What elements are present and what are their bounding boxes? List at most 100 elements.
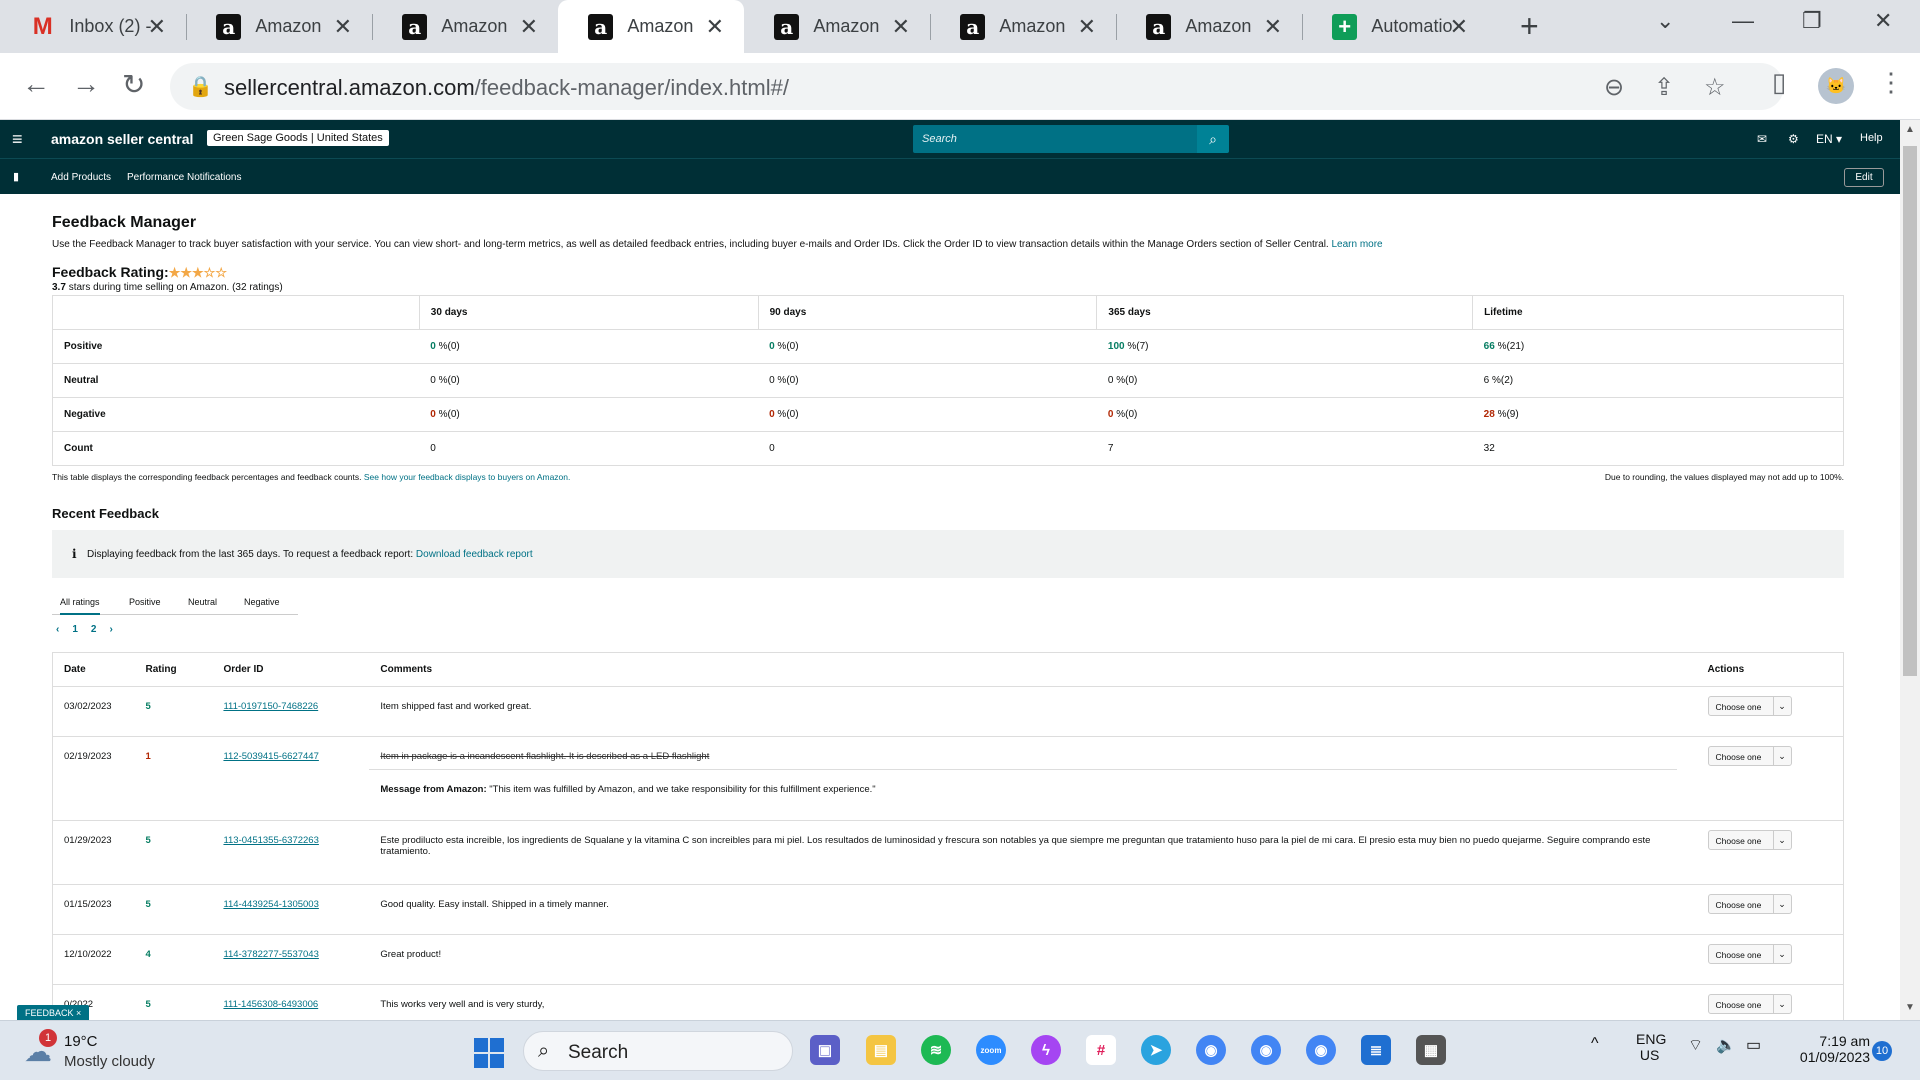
order-id-link[interactable]: 114-4439254-1305003: [223, 899, 318, 910]
scroll-up-icon[interactable]: ▲: [1905, 124, 1915, 135]
browser-tab[interactable]: a Amazon ✕: [186, 0, 372, 53]
seller-central-logo[interactable]: amazon seller central: [51, 131, 193, 147]
battery-icon[interactable]: ▭: [1746, 1035, 1761, 1055]
forward-icon[interactable]: →: [72, 68, 100, 100]
taskbar-search[interactable]: ⌕ Search: [523, 1031, 793, 1071]
notification-count[interactable]: 10: [1872, 1041, 1892, 1061]
new-tab-button[interactable]: +: [1520, 8, 1539, 45]
spotify-icon[interactable]: ≋: [921, 1035, 951, 1065]
close-window-button[interactable]: ✕: [1874, 8, 1892, 34]
download-report-link[interactable]: Download feedback report: [416, 549, 533, 560]
chrome-icon[interactable]: ◉: [1196, 1035, 1226, 1065]
slack-icon[interactable]: #: [1086, 1035, 1116, 1065]
browser-tab[interactable]: a Amazon ✕: [1116, 0, 1302, 53]
close-tab-icon[interactable]: ✕: [706, 14, 724, 40]
close-tab-icon[interactable]: ✕: [148, 14, 166, 40]
hamburger-menu-icon[interactable]: ≡: [12, 129, 23, 150]
gear-icon[interactable]: ⚙: [1788, 132, 1799, 146]
order-id-link[interactable]: 112-5039415-6627447: [223, 751, 318, 762]
tab-all-ratings[interactable]: All ratings: [60, 597, 100, 615]
close-tab-icon[interactable]: ✕: [1078, 14, 1096, 40]
order-id-link[interactable]: 111-0197150-7468226: [223, 701, 318, 712]
browser-tab[interactable]: M Inbox (2) - ✕: [0, 0, 186, 53]
pagination: ‹ 1 2 ›: [56, 624, 126, 635]
mail-icon[interactable]: ✉: [1757, 132, 1767, 146]
page-1[interactable]: 1: [72, 624, 78, 635]
profile-avatar[interactable]: 🐱: [1818, 68, 1854, 104]
minimize-button[interactable]: —: [1732, 8, 1754, 34]
file-explorer-icon[interactable]: ▤: [866, 1035, 896, 1065]
chevron-up-icon[interactable]: ^: [1591, 1035, 1599, 1053]
teams-icon[interactable]: ▣: [810, 1035, 840, 1065]
edit-nav-button[interactable]: Edit: [1844, 168, 1884, 187]
reload-icon[interactable]: ↻: [122, 68, 145, 101]
weather-desc[interactable]: Mostly cloudy: [64, 1053, 155, 1070]
nav-performance-notifications[interactable]: Performance Notifications: [127, 172, 242, 183]
telegram-icon[interactable]: ➤: [1141, 1035, 1171, 1065]
browser-tab[interactable]: a Amazon ✕: [558, 0, 744, 53]
search-icon[interactable]: ⌕: [1197, 125, 1229, 153]
language-selector[interactable]: EN ▾: [1816, 132, 1842, 146]
tab-negative[interactable]: Negative: [244, 597, 280, 607]
share-icon[interactable]: ⇪: [1654, 73, 1674, 102]
close-tab-icon[interactable]: ✕: [892, 14, 910, 40]
notepad-icon[interactable]: ≣: [1361, 1035, 1391, 1065]
browser-tab[interactable]: a Amazon ✕: [744, 0, 930, 53]
windows-start-icon[interactable]: [474, 1038, 504, 1068]
menu-kebab-icon[interactable]: ⋮: [1878, 67, 1904, 98]
order-id-link[interactable]: 114-3782277-5537043: [223, 949, 318, 960]
table-row: 12/10/2022 4 114-3782277-5537043 Great prod…: [52, 934, 1844, 985]
volume-icon[interactable]: 🔈: [1716, 1035, 1736, 1055]
feedback-display-link[interactable]: See how your feedback displays to buyers…: [364, 472, 570, 482]
chrome-active-icon[interactable]: ◉: [1306, 1035, 1336, 1065]
order-id-cell: 114-3782277-5537043: [212, 934, 370, 985]
choose-one-dropdown[interactable]: Choose one ⌄: [1707, 994, 1792, 1014]
store-selector[interactable]: Green Sage Goods | United States: [207, 130, 389, 146]
browser-tab[interactable]: a Amazon ✕: [930, 0, 1116, 53]
close-tab-icon[interactable]: ✕: [334, 14, 352, 40]
weather-temp[interactable]: 19°C: [64, 1033, 98, 1050]
back-icon[interactable]: ←: [22, 68, 50, 100]
next-page-icon[interactable]: ›: [109, 624, 112, 635]
close-tab-icon[interactable]: ✕: [520, 14, 538, 40]
side-panel-icon[interactable]: ▯: [1772, 67, 1786, 98]
feedback-tag-button[interactable]: FEEDBACK ×: [17, 1005, 89, 1021]
choose-one-dropdown[interactable]: Choose one ⌄: [1707, 944, 1792, 964]
nav-add-products[interactable]: Add Products: [51, 172, 111, 183]
browser-tab[interactable]: + Automatio ✕: [1302, 0, 1488, 53]
scroll-thumb[interactable]: [1903, 146, 1917, 676]
tab-search-icon[interactable]: ⌄: [1656, 8, 1674, 34]
zoom-icon[interactable]: ⊖: [1604, 73, 1624, 102]
tab-neutral[interactable]: Neutral: [188, 597, 217, 607]
choose-one-dropdown[interactable]: Choose one ⌄: [1707, 746, 1792, 766]
prev-page-icon[interactable]: ‹: [56, 624, 59, 635]
feedback-header-row: Date Rating Order ID Comments Actions: [52, 652, 1844, 687]
page-scrollbar[interactable]: ▲ ▼: [1900, 120, 1920, 1020]
close-tab-icon[interactable]: ✕: [1450, 14, 1468, 40]
scroll-down-icon[interactable]: ▼: [1905, 1002, 1915, 1013]
order-id-link[interactable]: 113-0451355-6372263: [223, 835, 318, 846]
close-tab-icon[interactable]: ✕: [1264, 14, 1282, 40]
choose-one-dropdown[interactable]: Choose one ⌄: [1707, 894, 1792, 914]
input-language[interactable]: ENG US: [1636, 1031, 1666, 1063]
calculator-icon[interactable]: ▦: [1416, 1035, 1446, 1065]
page-2[interactable]: 2: [91, 624, 97, 635]
chrome-profile-icon[interactable]: ◉: [1251, 1035, 1281, 1065]
zoom-icon[interactable]: zoom: [976, 1035, 1006, 1065]
seller-search-input[interactable]: Search: [913, 125, 1198, 153]
help-link[interactable]: Help: [1860, 132, 1883, 144]
choose-one-dropdown[interactable]: Choose one ⌄: [1707, 830, 1792, 850]
restore-button[interactable]: ❐: [1802, 8, 1822, 34]
learn-more-link[interactable]: Learn more: [1331, 239, 1382, 250]
system-clock[interactable]: 7:19 am 01/09/2023: [1786, 1033, 1870, 1065]
wifi-icon[interactable]: ⌔: [1688, 1035, 1703, 1055]
bookmark-star-icon[interactable]: ☆: [1704, 73, 1726, 102]
messenger-icon[interactable]: ϟ: [1031, 1035, 1061, 1065]
choose-one-dropdown[interactable]: Choose one ⌄: [1707, 696, 1792, 716]
bookmark-icon[interactable]: ▮: [13, 170, 19, 183]
tab-positive[interactable]: Positive: [129, 597, 161, 607]
order-id-link[interactable]: 111-1456308-6493006: [223, 999, 318, 1010]
browser-tab[interactable]: a Amazon ✕: [372, 0, 558, 53]
metrics-cell: 6 %(2): [1472, 363, 1844, 398]
url-omnibox[interactable]: 🔒 sellercentral.amazon.com/feedback-mana…: [170, 63, 1784, 110]
